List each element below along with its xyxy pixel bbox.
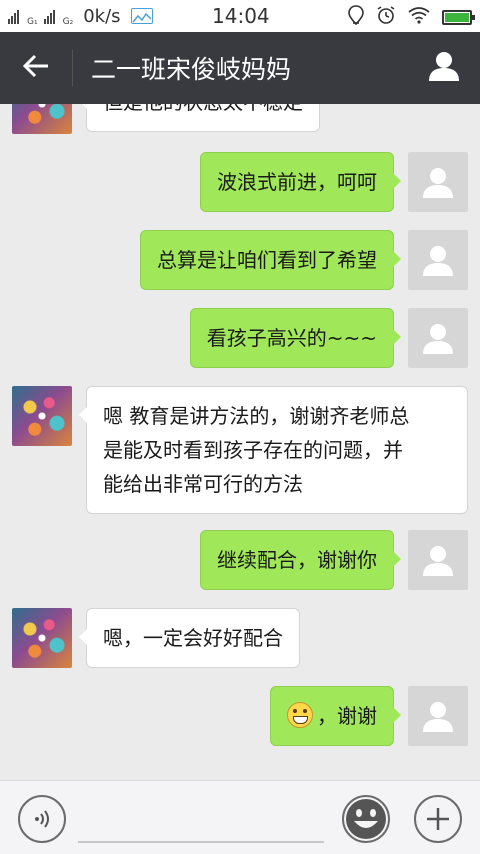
emoji-button[interactable]	[342, 795, 390, 843]
more-options-button[interactable]	[414, 795, 462, 843]
back-arrow-icon	[22, 54, 50, 82]
input-bar	[0, 780, 480, 854]
message-bubble[interactable]: 看孩子高兴的~~~	[189, 308, 402, 368]
message-outgoing: 继续配合，谢谢你	[0, 530, 480, 592]
default-avatar-icon	[423, 246, 453, 276]
message-incoming: 嗯 教育是讲方法的，谢谢齐老师总 是能及时看到孩子存在的问题，并 能给出非常可行…	[0, 386, 480, 514]
wifi-icon	[408, 6, 430, 29]
traffic-chart-icon	[130, 8, 153, 24]
chat-title: 二一班宋俊岐妈妈	[91, 55, 292, 84]
clock: 14:04	[212, 4, 270, 28]
voice-input-button[interactable]	[18, 795, 66, 843]
emoji-icon	[346, 799, 386, 839]
my-avatar[interactable]	[408, 686, 468, 746]
message-outgoing: 总算是让咱们看到了希望	[0, 230, 480, 292]
message-list[interactable]: 但是他的状态太不稳定 波浪式前进，呵呵 总算是让咱们看到了希望 看孩子高兴的~~…	[0, 104, 480, 780]
header-divider	[72, 50, 73, 86]
message-bubble[interactable]: 嗯，一定会好好配合	[79, 608, 300, 668]
chat-header: 二一班宋俊岐妈妈	[0, 32, 480, 104]
default-avatar-icon	[423, 324, 453, 354]
contact-avatar[interactable]	[12, 386, 72, 446]
message-incoming: 嗯，一定会好好配合	[0, 608, 480, 670]
message-input[interactable]	[78, 795, 324, 843]
message-bubble[interactable]: 嗯 教育是讲方法的，谢谢齐老师总 是能及时看到孩子存在的问题，并 能给出非常可行…	[79, 386, 468, 514]
my-avatar[interactable]	[408, 530, 468, 590]
chat-info-button[interactable]	[408, 32, 480, 104]
message-bubble[interactable]: 继续配合，谢谢你	[200, 530, 401, 590]
alarm-icon	[376, 5, 396, 30]
default-avatar-icon	[423, 546, 453, 576]
message-line: 能给出非常可行的方法	[103, 472, 303, 496]
message-bubble[interactable]: ，谢谢	[270, 686, 401, 746]
message-bubble[interactable]: 总算是让咱们看到了希望	[140, 230, 401, 290]
message-bubble[interactable]: 但是他的状态太不稳定	[79, 104, 320, 132]
grin-emoji-icon	[287, 702, 313, 728]
contact-avatar[interactable]	[12, 608, 72, 668]
message-outgoing: 波浪式前进，呵呵	[0, 152, 480, 214]
my-avatar[interactable]	[408, 230, 468, 290]
back-button[interactable]	[0, 32, 72, 104]
default-avatar-icon	[423, 168, 453, 198]
message-line: 嗯 教育是讲方法的，谢谢齐老师总	[103, 404, 410, 428]
profile-icon	[428, 51, 460, 85]
message-text: ，谢谢	[317, 704, 377, 728]
my-avatar[interactable]	[408, 308, 468, 368]
message-outgoing: ，谢谢	[0, 686, 480, 748]
signal-strength-icon	[8, 8, 19, 24]
location-icon	[348, 5, 364, 30]
message-incoming: 但是他的状态太不稳定	[0, 104, 480, 136]
contact-avatar[interactable]	[12, 104, 72, 134]
message-outgoing: 看孩子高兴的~~~	[0, 308, 480, 370]
message-line: 是能及时看到孩子存在的问题，并	[103, 438, 403, 462]
my-avatar[interactable]	[408, 152, 468, 212]
status-bar: G₁ G₂ 0k/s 14:04	[0, 0, 480, 32]
network-speed: 0k/s	[83, 5, 121, 27]
signal-strength-icon	[43, 8, 55, 24]
battery-icon	[442, 10, 475, 25]
sim1-tag: G₁	[27, 16, 38, 27]
message-bubble[interactable]: 波浪式前进，呵呵	[200, 152, 401, 212]
plus-icon	[427, 808, 449, 830]
sim2-tag: G₂	[62, 16, 74, 27]
default-avatar-icon	[423, 702, 453, 732]
voice-icon	[35, 810, 49, 828]
